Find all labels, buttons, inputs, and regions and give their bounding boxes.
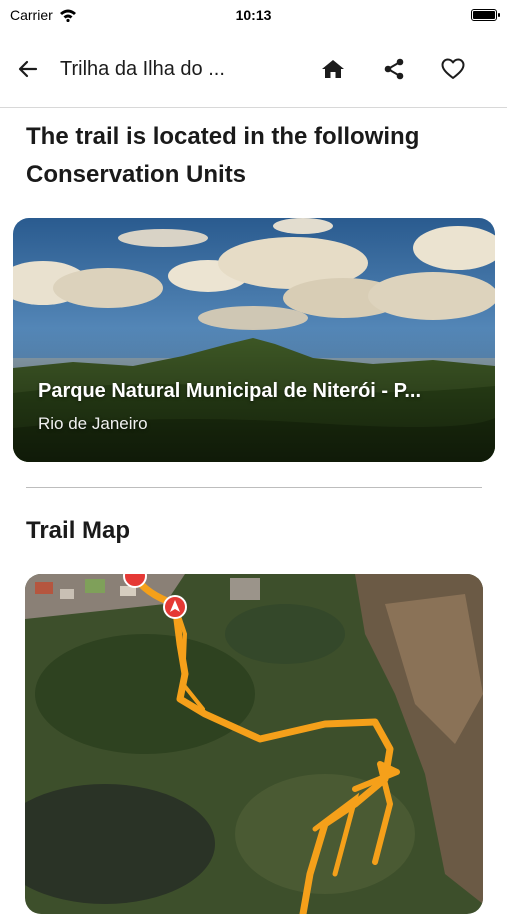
arrow-left-icon bbox=[18, 60, 38, 78]
satellite-map-image bbox=[25, 574, 483, 914]
conservation-unit-region: Rio de Janeiro bbox=[38, 414, 148, 433]
home-icon bbox=[322, 60, 344, 78]
home-button[interactable] bbox=[317, 53, 349, 85]
share-icon bbox=[384, 58, 404, 80]
favorite-button[interactable] bbox=[437, 53, 469, 85]
status-left: Carrier bbox=[10, 7, 77, 23]
battery-icon bbox=[471, 9, 500, 21]
heart-icon bbox=[441, 58, 465, 79]
page-title: Trilha da Ilha do ... bbox=[60, 58, 225, 80]
nav-bar: Trilha da Ilha do ... bbox=[0, 30, 507, 108]
section-divider bbox=[26, 487, 482, 488]
wifi-icon bbox=[59, 9, 76, 22]
conservation-unit-name: Parque Natural Municipal de Niterói - P.… bbox=[38, 380, 422, 402]
carrier-label: Carrier bbox=[10, 7, 53, 23]
trail-map[interactable] bbox=[25, 574, 483, 914]
trail-start-marker bbox=[123, 574, 147, 588]
conservation-units-heading: The trail is located in the following Co… bbox=[26, 123, 420, 188]
trail-map-heading: Trail Map bbox=[26, 517, 131, 544]
status-bar: Carrier 10:13 bbox=[0, 0, 507, 30]
share-button[interactable] bbox=[378, 53, 410, 85]
trail-marker bbox=[163, 595, 187, 619]
back-button[interactable] bbox=[14, 55, 42, 83]
conservation-unit-card[interactable]: Parque Natural Municipal de Niterói - P.… bbox=[13, 218, 495, 462]
